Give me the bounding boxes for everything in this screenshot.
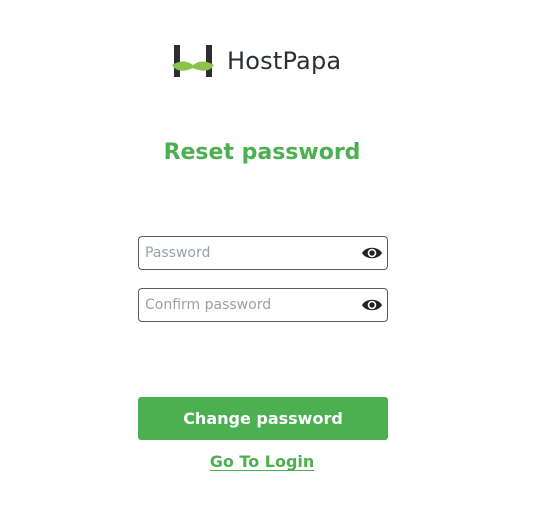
reset-password-page: HostPapa Reset password Change password … bbox=[0, 0, 534, 514]
hostpapa-logo[interactable]: HostPapa bbox=[171, 44, 341, 78]
go-to-login-link[interactable]: Go To Login bbox=[210, 452, 315, 471]
password-field[interactable] bbox=[138, 236, 388, 270]
eye-icon[interactable] bbox=[361, 296, 383, 314]
brand-name: HostPapa bbox=[227, 47, 342, 75]
eye-icon[interactable] bbox=[361, 244, 383, 262]
hostpapa-mustache-logo-icon bbox=[171, 44, 215, 78]
password-input[interactable] bbox=[139, 237, 357, 269]
change-password-button[interactable]: Change password bbox=[138, 397, 388, 440]
confirm-password-field[interactable] bbox=[138, 288, 388, 322]
login-link-container: Go To Login bbox=[0, 452, 524, 472]
confirm-password-input[interactable] bbox=[139, 289, 357, 321]
page-title: Reset password bbox=[163, 140, 361, 165]
